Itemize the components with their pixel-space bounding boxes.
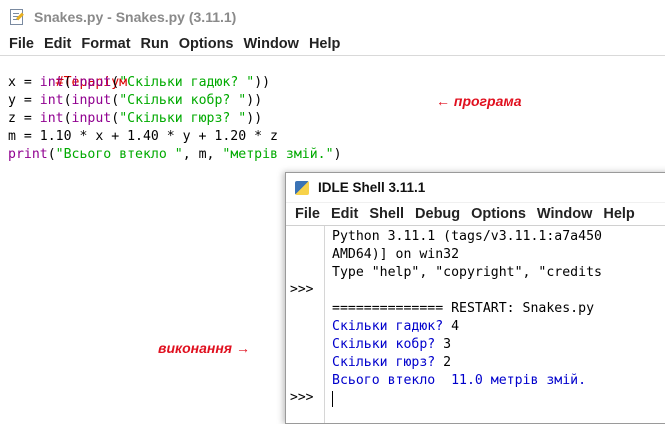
shell-title: IDLE Shell 3.11.1 [318,180,426,195]
code-builtin: int [39,75,64,90]
program-annotation: ← програма [436,93,522,109]
shell-menu-shell[interactable]: Shell [369,206,404,222]
code-line-5: m = 1.10 * x + 1.40 * y + 1.20 * z [8,128,278,146]
execution-annotation: виконання → [158,340,250,356]
shell-prompt: >>> [290,390,314,405]
menu-options[interactable]: Options [179,36,234,52]
code-string: "Всього втекло " [55,147,183,162]
code-text: z = [8,111,40,126]
shell-restart-line: ============== RESTART: Snakes.py [332,301,595,316]
menu-format[interactable]: Format [81,36,130,52]
shell-user-input: 2 [443,355,452,370]
shell-result-line: Всього втекло 11.0 метрів змій. [332,373,587,388]
text-cursor [332,391,333,407]
code-line-2: x = int(input("Скільки гадюк? ")) [8,74,270,92]
menu-file[interactable]: File [9,36,34,52]
code-builtin: input [71,93,112,108]
code-text: )) [254,75,271,90]
python-logo-icon [294,180,310,196]
editor-title-bar: Snakes.py - Snakes.py (3.11.1) [0,0,665,34]
menu-window[interactable]: Window [244,36,299,52]
shell-menu-help[interactable]: Help [603,206,634,222]
code-builtin: print [8,147,48,162]
code-text: ( [63,111,72,126]
code-text: m = 1.10 * x + 1.40 * y + 1.20 * z [8,129,278,144]
shell-prompt: >>> [290,282,314,297]
menu-run[interactable]: Run [141,36,169,52]
shell-output-prompt: Скільки гадюк? [332,319,452,334]
code-string: "Скільки гюрз? " [119,111,247,126]
menu-edit[interactable]: Edit [44,36,71,52]
shell-user-input: 3 [443,337,452,352]
code-text: )) [246,111,263,126]
code-builtin: int [39,111,64,126]
shell-user-input: 4 [451,319,460,334]
code-builtin: int [39,93,64,108]
prompt-gutter: >>> >>> [286,226,325,423]
code-text: ( [63,93,72,108]
shell-title-bar: IDLE Shell 3.11.1 [286,173,665,202]
code-text: x = [8,75,40,90]
code-text: ) [333,147,342,162]
shell-banner-line: AMD64)] on win32 [332,247,460,262]
code-line-6: print("Всього втекло ", m, "метрів змій.… [8,146,342,164]
shell-output-line: Скільки гадюк? 4 [332,318,459,336]
code-text: y = [8,93,40,108]
shell-console[interactable]: >>> >>> Python 3.11.1 (tags/v3.11.1:a7a4… [286,226,665,423]
shell-menu-edit[interactable]: Edit [331,206,358,222]
shell-output-prompt: Скільки кобр? [332,337,444,352]
shell-menu-file[interactable]: File [295,206,320,222]
idle-shell-window: IDLE Shell 3.11.1 File Edit Shell Debug … [285,172,665,424]
shell-output-line: Скільки кобр? 3 [332,336,451,354]
shell-output-line: Скільки гюрз? 2 [332,354,451,372]
code-string: "Скільки гадюк? " [119,75,255,90]
shell-banner-line: Python 3.11.1 (tags/v3.11.1:a7a450 [332,229,602,244]
shell-menu-window[interactable]: Window [537,206,592,222]
code-string: "Скільки кобр? " [119,93,247,108]
code-text: ( [111,111,120,126]
shell-menu-options[interactable]: Options [471,206,526,222]
code-text: ( [47,147,56,162]
code-text: ( [111,93,120,108]
code-text: , m, [182,147,223,162]
shell-banner-line: Type "help", "copyright", "credits [332,265,602,280]
shell-output-prompt: Скільки гюрз? [332,355,444,370]
code-line-3: y = int(input("Скільки кобр? ")) [8,92,262,110]
shell-menu-debug[interactable]: Debug [415,206,460,222]
code-string: "метрів змій." [222,147,334,162]
code-builtin: input [71,111,112,126]
editor-title: Snakes.py - Snakes.py (3.11.1) [34,8,237,25]
code-builtin: input [71,75,112,90]
idle-file-icon [8,8,24,25]
code-text: ( [111,75,120,90]
editor-menu-bar: File Edit Format Run Options Window Help [0,33,665,56]
code-text: ( [63,75,72,90]
code-line-4: z = int(input("Скільки гюрз? ")) [8,110,262,128]
code-text: )) [246,93,263,108]
shell-menu-bar: File Edit Shell Debug Options Window Hel… [286,203,665,226]
menu-help[interactable]: Help [309,36,340,52]
